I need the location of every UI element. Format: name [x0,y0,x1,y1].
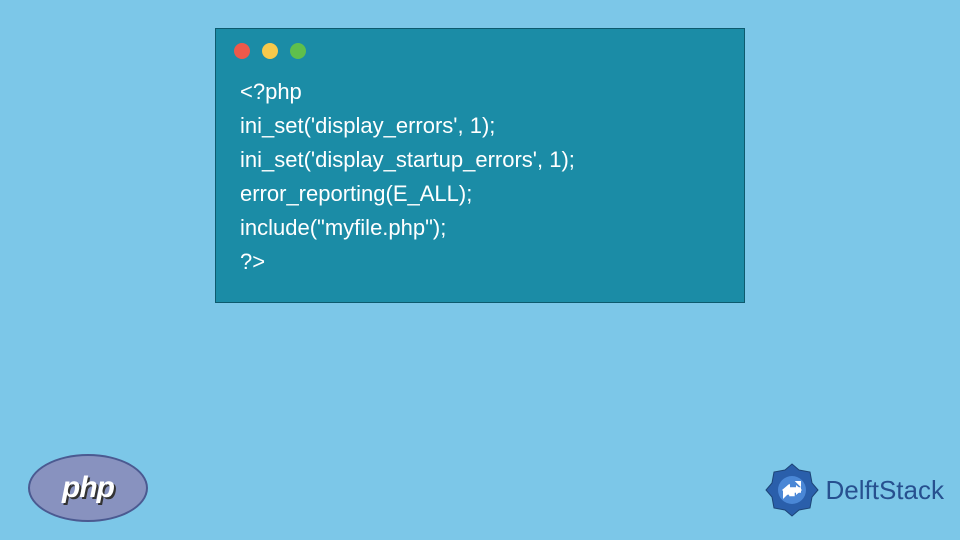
maximize-icon [290,43,306,59]
brand-logo: DelftStack [764,462,945,518]
brand-text: DelftStack [826,475,945,506]
gear-icon [764,462,820,518]
php-logo: php [28,454,148,522]
close-icon [234,43,250,59]
code-line: ?> [240,249,265,274]
code-line: error_reporting(E_ALL); [240,181,472,206]
minimize-icon [262,43,278,59]
window-title-bar [216,29,744,69]
code-line: ini_set('display_errors', 1); [240,113,495,138]
php-logo-ellipse: php [28,454,148,522]
code-block: <?php ini_set('display_errors', 1); ini_… [216,69,744,280]
code-window: <?php ini_set('display_errors', 1); ini_… [215,28,745,303]
php-logo-text: php [62,471,114,505]
code-line: include("myfile.php"); [240,215,446,240]
code-line: ini_set('display_startup_errors', 1); [240,147,575,172]
code-line: <?php [240,79,302,104]
